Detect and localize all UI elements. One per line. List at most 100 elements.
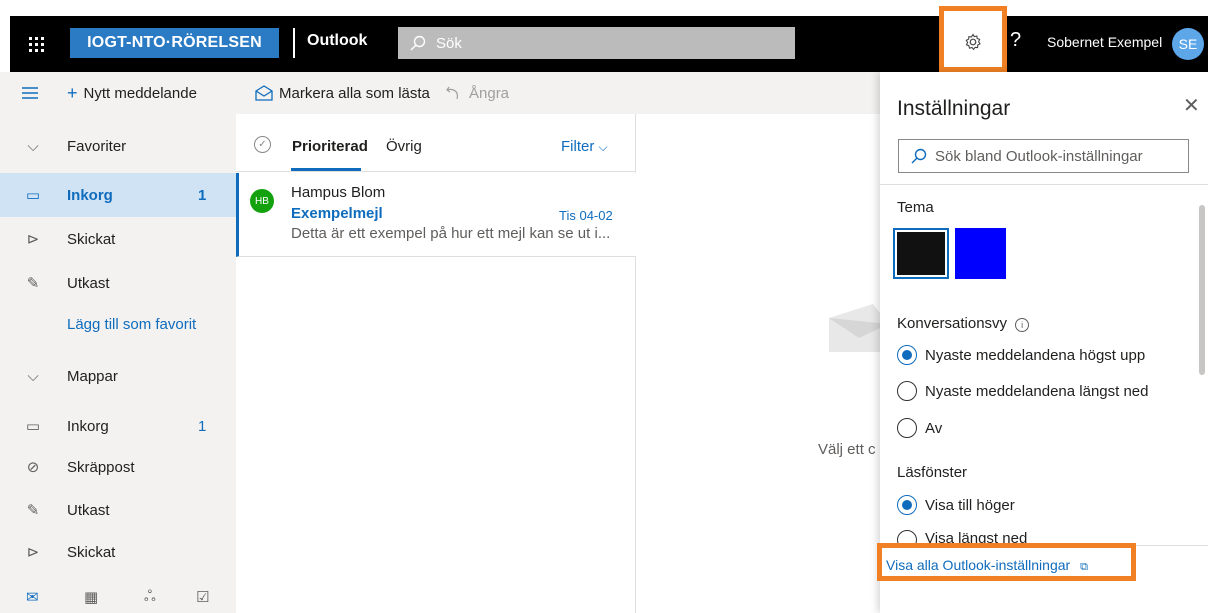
close-icon: ✕ (1183, 95, 1200, 117)
tasks-icon[interactable]: ☑ (196, 588, 209, 606)
favorites-header[interactable]: ⌵ Favoriter (0, 124, 236, 168)
sidebar-item-sent[interactable]: ⊳ Skickat (0, 530, 236, 574)
sidebar-item-label: Inkorg (67, 186, 113, 204)
external-window-icon: ⧉ (1080, 561, 1088, 573)
sidebar-item-inbox[interactable]: ▭ Inkorg 1 (0, 404, 236, 448)
sidebar-item-favorite-inbox[interactable]: ▭ Inkorg 1 (0, 173, 236, 217)
settings-search-box[interactable] (898, 139, 1189, 173)
empty-state-text: Välj ett c (818, 441, 876, 458)
reading-pane-label: Läsfönster (897, 464, 968, 481)
search-input[interactable] (436, 34, 776, 52)
message-date: Tis 04-02 (559, 208, 613, 223)
message-sender: Hampus Blom (291, 184, 386, 201)
top-bar: IOGT-NTO·RÖRELSEN Outlook ? Sobernet Exe… (0, 0, 1208, 72)
select-all-checkbox[interactable]: ✓ (254, 136, 271, 153)
radio-show-right[interactable]: Visa till höger (897, 493, 1015, 517)
list-item[interactable]: HB Hampus Blom Exempelmejl Tis 04-02 Det… (236, 173, 636, 257)
radio-newest-bottom[interactable]: Nyaste meddelandena längst ned (897, 379, 1149, 403)
search-icon (911, 148, 927, 164)
sidebar-item-label: Utkast (67, 501, 110, 519)
settings-title: Inställningar (897, 97, 1011, 120)
unread-count: 1 (198, 417, 207, 435)
avatar: HB (250, 189, 274, 213)
mark-all-read-button[interactable]: Markera alla som lästa (255, 72, 430, 114)
view-all-settings-link[interactable]: Visa alla Outlook-inställningar ⧉ (886, 557, 1088, 574)
radio-off[interactable]: Av (897, 416, 942, 440)
theme-swatch-dark[interactable] (893, 228, 949, 279)
calendar-icon[interactable]: ▦ (84, 588, 98, 606)
radio-button[interactable] (897, 345, 917, 365)
sidebar-item-label: Inkorg (67, 417, 109, 435)
sidebar-item-label: Utkast (67, 274, 110, 292)
hamburger-button[interactable] (22, 72, 38, 114)
theme-swatch-blue[interactable] (955, 228, 1006, 279)
message-list-tabs: ✓ Prioriterad Övrig Filter ⌵ (236, 114, 636, 172)
sidebar-item-label: Skickat (67, 543, 116, 561)
settings-search-input[interactable] (935, 147, 1175, 165)
sidebar-item-favorite-drafts[interactable]: ✎ Utkast (0, 261, 236, 305)
radio-button[interactable] (897, 381, 917, 401)
user-name[interactable]: Sobernet Exempel (1047, 34, 1162, 50)
help-button[interactable]: ? (1010, 29, 1021, 52)
theme-swatch-fill (897, 232, 945, 275)
radio-label: Nyaste meddelandena högst upp (925, 346, 1146, 364)
search-icon (410, 35, 426, 51)
undo-button[interactable]: Ångra (445, 72, 509, 114)
radio-newest-top[interactable]: Nyaste meddelandena högst upp (897, 343, 1145, 367)
check-icon: ✓ (258, 139, 267, 150)
sidebar-item-label: Skickat (67, 230, 116, 248)
user-avatar[interactable]: SE (1172, 28, 1204, 60)
send-icon: ⊳ (26, 544, 40, 561)
undo-icon (446, 86, 458, 100)
info-icon[interactable]: i (1015, 318, 1030, 332)
brand-separator (293, 28, 295, 58)
scrollbar-thumb[interactable] (1199, 205, 1205, 375)
search-box[interactable] (398, 27, 795, 59)
people-icon[interactable]: ஃ (144, 588, 156, 607)
add-favorite-link[interactable]: Lägg till som favorit (0, 302, 236, 346)
tab-other[interactable]: Övrig (386, 138, 422, 155)
waffle-icon (28, 36, 44, 52)
top-bar-inner: IOGT-NTO·RÖRELSEN Outlook ? Sobernet Exe… (10, 6, 1208, 72)
filter-button[interactable]: Filter ⌵ (561, 138, 608, 155)
sidebar-item-junk[interactable]: ⊘ Skräppost (0, 445, 236, 489)
radio-button[interactable] (897, 418, 917, 438)
app-launcher-button[interactable] (10, 16, 62, 72)
unread-count: 1 (198, 186, 207, 204)
folders-header[interactable]: ⌵ Mappar (0, 354, 236, 398)
chevron-down-icon: ⌵ (27, 367, 39, 385)
inbox-icon: ▭ (25, 418, 41, 435)
view-all-settings-label: Visa alla Outlook-inställningar (886, 557, 1071, 573)
brand-logo[interactable]: IOGT-NTO·RÖRELSEN (70, 28, 279, 58)
message-subject: Exempelmejl (291, 205, 383, 222)
radio-button[interactable] (897, 495, 917, 515)
sidebar-item-label: Skräppost (67, 458, 135, 476)
pencil-icon: ✎ (26, 275, 40, 292)
divider (880, 184, 1208, 185)
sidebar-item-favorite-sent[interactable]: ⊳ Skickat (0, 217, 236, 261)
theme-label: Tema (897, 199, 934, 216)
close-button[interactable]: ✕ (1183, 93, 1200, 118)
conversation-view-label: Konversationsvy i (897, 315, 1030, 332)
reading-pane: Välj ett c (637, 114, 889, 613)
mail-icon[interactable]: ✉ (26, 588, 39, 606)
pencil-icon: ✎ (26, 502, 40, 519)
chevron-down-icon: ⌵ (27, 137, 39, 155)
conversation-view-text: Konversationsvy (897, 315, 1008, 332)
chevron-down-icon: ⌵ (598, 140, 608, 154)
hamburger-icon (22, 87, 38, 99)
sidebar-item-drafts[interactable]: ✎ Utkast (0, 488, 236, 532)
radio-label: Av (925, 419, 943, 437)
block-icon: ⊘ (26, 459, 40, 476)
message-preview: Detta är ett exempel på hur ett mejl kan… (291, 225, 611, 242)
scrollbar[interactable] (1196, 185, 1208, 545)
send-icon: ⊳ (26, 231, 40, 248)
module-switcher: ✉ ▦ ஃ ☑ (0, 584, 236, 613)
left-navigation: ⌵ Favoriter ▭ Inkorg 1 ⊳ Skickat ✎ Utkas… (0, 114, 236, 613)
settings-panel: Inställningar ✕ Tema Konversationsvy i Ny… (880, 72, 1208, 613)
new-message-button[interactable]: + Nytt meddelande (67, 72, 197, 114)
tab-focused[interactable]: Prioriterad (292, 138, 368, 155)
new-message-label: Nytt meddelande (83, 84, 197, 102)
folders-header-label: Mappar (67, 367, 118, 385)
app-name[interactable]: Outlook (307, 32, 367, 50)
